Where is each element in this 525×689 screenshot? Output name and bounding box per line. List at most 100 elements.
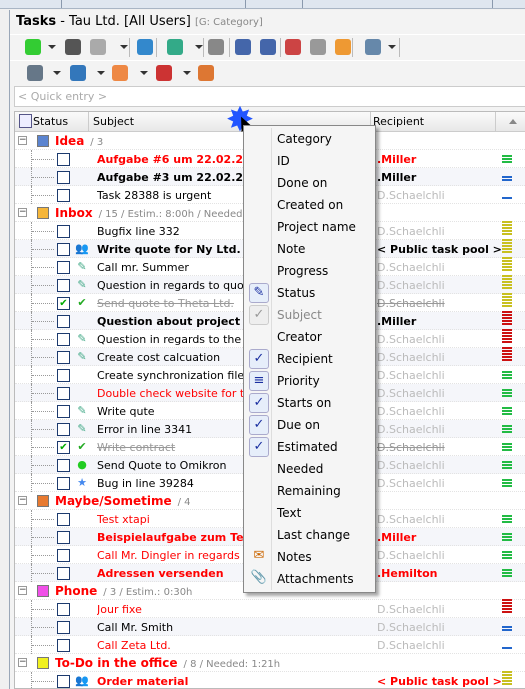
done-checkbox[interactable] xyxy=(57,477,70,490)
done-checkbox[interactable] xyxy=(57,387,70,400)
task-recipient: D.Schaelchli xyxy=(377,279,445,292)
menu-item-progress[interactable]: Progress xyxy=(246,260,374,282)
refresh-icon[interactable] xyxy=(137,39,153,55)
collapse-toggle[interactable]: − xyxy=(18,136,27,145)
menu-item-text[interactable]: Text xyxy=(246,502,374,524)
priority-icon[interactable] xyxy=(156,65,172,81)
task-row[interactable]: Call Mr. Smith D.Schaelchli xyxy=(15,618,525,636)
task-recipient: < Public task pool > xyxy=(377,675,502,688)
dropdown-arrow-icon[interactable] xyxy=(120,45,128,49)
menu-item-done-on[interactable]: Done on xyxy=(246,172,374,194)
task-subject: Call Mr. Smith xyxy=(97,621,174,634)
outlook-icon[interactable] xyxy=(70,65,86,81)
dropdown-arrow-icon[interactable] xyxy=(48,45,56,49)
done-checkbox[interactable] xyxy=(57,279,70,292)
done-checkbox[interactable] xyxy=(57,243,70,256)
done-checkbox[interactable] xyxy=(57,225,70,238)
task-row[interactable]: Jour fixe D.Schaelchli xyxy=(15,599,525,618)
menu-item-remaining[interactable]: Remaining xyxy=(246,480,374,502)
menu-item-needed[interactable]: Needed xyxy=(246,458,374,480)
priority-red-icon xyxy=(502,347,512,361)
view-icon[interactable] xyxy=(167,39,183,55)
check-icon: ✓ xyxy=(249,437,269,457)
menu-item-last-change[interactable]: Last change xyxy=(246,524,374,546)
edit-icon[interactable] xyxy=(27,65,43,81)
collapse-toggle[interactable]: − xyxy=(18,208,27,217)
column-header-subject[interactable]: Subject xyxy=(93,115,134,128)
sync-icon[interactable] xyxy=(310,39,326,55)
layout-icon[interactable] xyxy=(365,39,381,55)
column-header-status[interactable]: Status xyxy=(33,115,68,128)
export-icon[interactable] xyxy=(335,39,351,55)
done-checkbox[interactable]: ✔ xyxy=(57,297,70,310)
dropdown-arrow-icon[interactable] xyxy=(140,71,148,75)
users-icon[interactable] xyxy=(198,65,214,81)
done-checkbox[interactable] xyxy=(57,351,70,364)
collapse-icon[interactable] xyxy=(260,39,276,55)
dropdown-arrow-icon[interactable] xyxy=(388,45,396,49)
collapse-toggle[interactable]: − xyxy=(18,496,27,505)
menu-item-notes[interactable]: ✉ Notes xyxy=(246,546,374,568)
menu-item-attachments[interactable]: 📎 Attachments xyxy=(246,568,374,590)
done-checkbox[interactable]: ✔ xyxy=(57,441,70,454)
dropdown-arrow-icon[interactable] xyxy=(53,71,61,75)
print-icon[interactable] xyxy=(90,39,106,55)
done-checkbox[interactable] xyxy=(57,621,70,634)
delete-icon[interactable] xyxy=(65,39,81,55)
done-checkbox[interactable] xyxy=(57,423,70,436)
dropdown-arrow-icon[interactable] xyxy=(195,45,203,49)
add-icon[interactable] xyxy=(25,39,41,55)
menu-item-id[interactable]: ID xyxy=(246,150,374,172)
done-checkbox[interactable] xyxy=(57,315,70,328)
quick-entry-input[interactable]: < Quick entry > xyxy=(14,86,525,107)
done-checkbox[interactable] xyxy=(57,513,70,526)
menu-item-priority[interactable]: ≡ Priority xyxy=(246,370,374,392)
done-checkbox[interactable] xyxy=(57,639,70,652)
expand-icon[interactable] xyxy=(235,39,251,55)
menu-item-created-on[interactable]: Created on xyxy=(246,194,374,216)
menu-item-creator[interactable]: Creator xyxy=(246,326,374,348)
done-checkbox[interactable] xyxy=(57,171,70,184)
done-checkbox[interactable] xyxy=(57,531,70,544)
done-checkbox[interactable] xyxy=(57,459,70,472)
done-icon: ✔ xyxy=(77,296,87,309)
menu-item-project-name[interactable]: Project name xyxy=(246,216,374,238)
category-colors-icon[interactable] xyxy=(112,65,128,81)
group-name: To-Do in the office xyxy=(55,656,178,670)
group-name: Maybe/Sometime xyxy=(55,494,172,508)
done-checkbox[interactable] xyxy=(57,333,70,346)
priority-green-icon xyxy=(502,479,512,488)
toolbar-separator xyxy=(352,38,353,57)
menu-item-due-on[interactable]: ✓ Due on xyxy=(246,414,374,436)
done-checkbox[interactable] xyxy=(57,549,70,562)
done-checkbox[interactable] xyxy=(57,603,70,616)
scroll-up-arrow-icon[interactable] xyxy=(509,119,517,124)
done-checkbox[interactable] xyxy=(57,567,70,580)
menu-item-recipient[interactable]: ✓ Recipient xyxy=(246,348,374,370)
menu-item-note[interactable]: Note xyxy=(246,238,374,260)
menu-item-category[interactable]: Category xyxy=(246,128,374,150)
task-row[interactable]: 👥 Order material < Public task pool > xyxy=(15,671,525,688)
dropdown-arrow-icon[interactable] xyxy=(183,71,191,75)
collapse-toggle[interactable]: − xyxy=(18,658,27,667)
done-checkbox[interactable] xyxy=(57,405,70,418)
task-subject: Jour fixe xyxy=(97,603,142,616)
done-checkbox[interactable] xyxy=(57,369,70,382)
menu-item-starts-on[interactable]: ✓ Starts on xyxy=(246,392,374,414)
play-icon[interactable] xyxy=(208,39,224,55)
group-name: Inbox xyxy=(55,206,93,220)
task-recipient: D.Schaelchli xyxy=(377,405,445,418)
dropdown-arrow-icon[interactable] xyxy=(97,71,105,75)
import-icon[interactable] xyxy=(285,39,301,55)
done-checkbox[interactable] xyxy=(57,261,70,274)
column-header-recipient[interactable]: Recipient xyxy=(373,115,424,128)
group-row-to-do-in-the-office[interactable]: − To-Do in the office / 8 / Needed: 1:21h xyxy=(15,654,525,672)
menu-item-estimated[interactable]: ✓ Estimated xyxy=(246,436,374,458)
menu-item-subject[interactable]: ✓ Subject xyxy=(246,304,374,326)
done-checkbox[interactable] xyxy=(57,189,70,202)
task-row[interactable]: Call Zeta Ltd. D.Schaelchli xyxy=(15,636,525,654)
collapse-toggle[interactable]: − xyxy=(18,586,27,595)
done-checkbox[interactable] xyxy=(57,153,70,166)
done-checkbox[interactable] xyxy=(57,675,70,688)
menu-item-status[interactable]: ✎ Status xyxy=(246,282,374,304)
